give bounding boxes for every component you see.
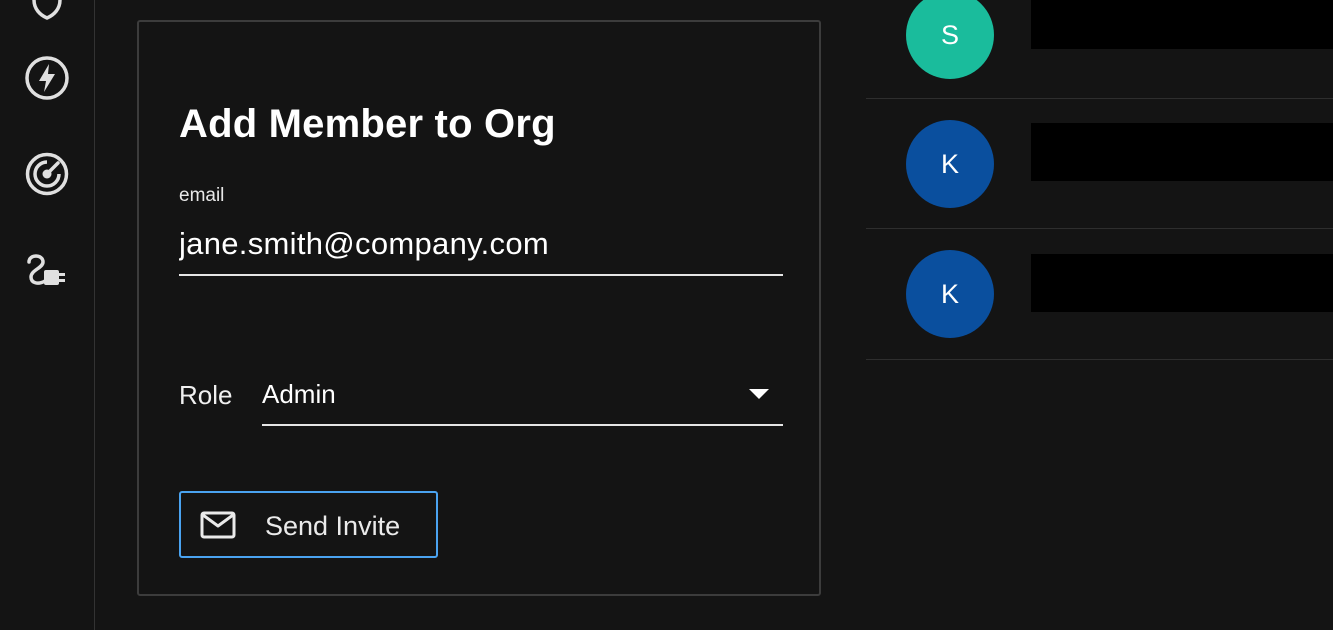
role-label: Role xyxy=(179,380,233,410)
avatar: K xyxy=(906,250,994,338)
plug-icon[interactable] xyxy=(24,248,70,294)
add-member-card: Add Member to Org email Role Admin Send … xyxy=(137,20,821,596)
email-field-container xyxy=(179,218,783,276)
send-invite-button[interactable]: Send Invite xyxy=(179,491,438,558)
avatar-initial: K xyxy=(940,278,959,309)
app-root: Add Member to Org email Role Admin Send … xyxy=(0,0,1333,630)
send-invite-label: Send Invite xyxy=(265,511,401,541)
lightning-icon[interactable] xyxy=(24,55,70,101)
member-row[interactable]: S xyxy=(866,0,1333,99)
email-label: email xyxy=(179,185,225,206)
member-row[interactable]: K xyxy=(866,230,1333,360)
member-name-redacted xyxy=(1031,0,1333,49)
card-title: Add Member to Org xyxy=(179,102,556,146)
role-selected-value: Admin xyxy=(262,379,336,409)
avatar-initial: K xyxy=(940,148,959,179)
mail-icon xyxy=(200,511,236,539)
sidebar xyxy=(0,0,95,630)
avatar: S xyxy=(906,0,994,79)
avatar: K xyxy=(906,120,994,208)
member-name-redacted xyxy=(1031,254,1333,312)
caret-down-icon xyxy=(749,389,769,399)
shield-icon[interactable] xyxy=(24,0,70,24)
radar-icon[interactable] xyxy=(24,151,70,197)
member-row[interactable]: K xyxy=(866,99,1333,229)
member-list: S K K xyxy=(866,0,1333,361)
member-name-redacted xyxy=(1031,123,1333,181)
role-select[interactable]: Admin xyxy=(262,372,783,426)
avatar-initial: S xyxy=(940,19,959,50)
email-input[interactable] xyxy=(179,224,783,264)
